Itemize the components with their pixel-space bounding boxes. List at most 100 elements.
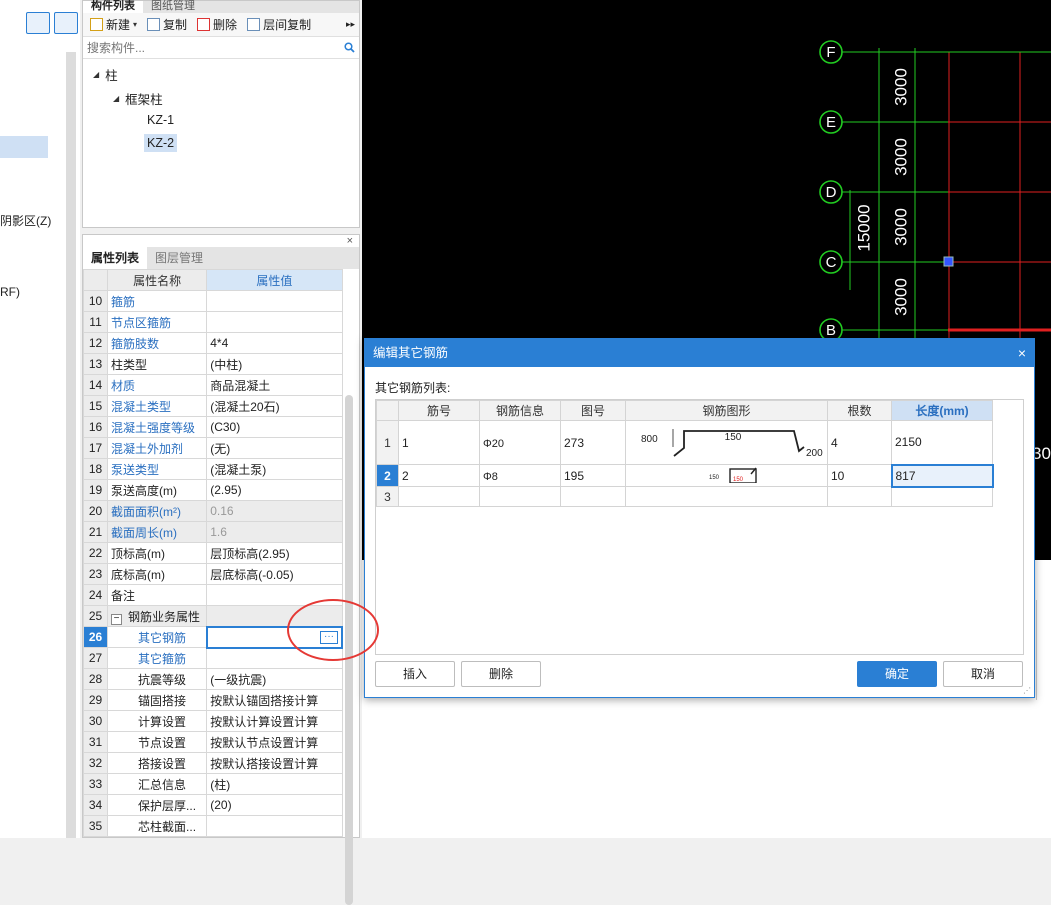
property-value-cell[interactable]: (2.95) — [206, 479, 343, 501]
property-name-cell[interactable]: 芯柱截面... — [107, 815, 208, 837]
property-row[interactable]: 35 芯柱截面... — [82, 815, 343, 837]
property-value-cell[interactable]: (柱) — [206, 773, 343, 795]
property-name-cell[interactable]: 汇总信息 — [107, 773, 208, 795]
floor-copy-button[interactable]: 层间复制 — [244, 16, 314, 33]
property-row[interactable]: 18 泵送类型 (混凝土泵) — [82, 458, 343, 480]
count-cell[interactable]: 4 — [827, 420, 892, 465]
rebar-shape-cell[interactable]: 800 150 200 — [625, 420, 828, 465]
row-number[interactable]: 13 — [82, 353, 109, 375]
property-name-cell[interactable]: 材质 — [107, 374, 208, 396]
resize-grip-icon[interactable]: ⋰ — [1023, 686, 1031, 695]
shadow-zone-label[interactable]: 阴影区(Z) — [0, 212, 51, 229]
property-name-cell[interactable]: 保护层厚... — [107, 794, 208, 816]
rebar-shape-cell[interactable]: 150 150 — [625, 464, 828, 487]
tab-component-list[interactable]: 构件列表 — [83, 1, 143, 13]
row-number[interactable]: 26 — [82, 626, 109, 648]
rebar-info-cell[interactable] — [479, 486, 561, 507]
row-number[interactable]: 22 — [82, 542, 109, 564]
bar-number-cell[interactable] — [398, 486, 480, 507]
col-length[interactable]: 长度(mm) — [891, 400, 993, 421]
rebar-shape-cell[interactable] — [625, 486, 828, 507]
row-number[interactable]: 10 — [82, 290, 109, 312]
col-bar-number[interactable]: 筋号 — [398, 400, 480, 421]
row-number[interactable]: 18 — [82, 458, 109, 480]
selected-grip-handle[interactable] — [943, 256, 954, 267]
row-number[interactable]: 31 — [82, 731, 109, 753]
row-number[interactable]: 15 — [82, 395, 109, 417]
row-number[interactable]: 11 — [82, 311, 109, 333]
property-value-cell[interactable]: 1.6 — [206, 521, 343, 543]
property-value-cell[interactable]: 层顶标高(2.95) — [206, 542, 343, 564]
property-value-cell[interactable]: 按默认搭接设置计算 — [206, 752, 343, 774]
property-value-cell[interactable]: (C30) — [206, 416, 343, 438]
row-number[interactable]: 32 — [82, 752, 109, 774]
row-number[interactable]: 16 — [82, 416, 109, 438]
property-value-cell[interactable]: 0.16 — [206, 500, 343, 522]
tree-node-frame-column[interactable]: ◢ 框架柱 — [113, 89, 163, 108]
property-row[interactable]: 17 混凝土外加剂 (无) — [82, 437, 343, 459]
property-name-cell[interactable]: 备注 — [107, 584, 208, 606]
row-number[interactable]: 33 — [82, 773, 109, 795]
property-row[interactable]: 20 截面面积(m²) 0.16 — [82, 500, 343, 522]
row-number[interactable]: 21 — [82, 521, 109, 543]
dropdown-arrow-icon[interactable]: ▾ — [133, 20, 137, 29]
property-name-cell[interactable]: 截面面积(m²) — [107, 500, 208, 522]
table-row[interactable]: 1 1 Φ20 273 800 150 200 4 2150 — [376, 420, 993, 465]
row-number[interactable]: 29 — [82, 689, 109, 711]
collapse-arrow-icon[interactable]: ◢ — [93, 70, 99, 79]
property-row[interactable]: 19 泵送高度(m) (2.95) — [82, 479, 343, 501]
property-name-cell[interactable]: 搭接设置 — [107, 752, 208, 774]
property-name-cell[interactable]: 箍筋肢数 — [107, 332, 208, 354]
property-name-cell[interactable]: 泵送类型 — [107, 458, 208, 480]
property-row[interactable]: 31 节点设置 按默认节点设置计算 — [82, 731, 343, 753]
table-row[interactable]: 3 — [376, 486, 993, 507]
ok-button[interactable]: 确定 — [857, 661, 937, 687]
col-rebar-info[interactable]: 钢筋信息 — [479, 400, 561, 421]
count-cell[interactable]: 10 — [827, 464, 892, 487]
property-row[interactable]: 14 材质 商品混凝土 — [82, 374, 343, 396]
property-row[interactable]: 28 抗震等级 (一级抗震) — [82, 668, 343, 690]
tree-node-column[interactable]: ◢ 柱 — [93, 65, 118, 84]
row-number[interactable]: 34 — [82, 794, 109, 816]
left-scrollbar[interactable] — [66, 52, 76, 838]
col-count[interactable]: 根数 — [827, 400, 892, 421]
row-number[interactable]: 19 — [82, 479, 109, 501]
property-name-cell[interactable]: 混凝土外加剂 — [107, 437, 208, 459]
row-number[interactable]: 1 — [376, 420, 399, 465]
property-value-cell[interactable] — [206, 815, 343, 837]
tab-property-list[interactable]: 属性列表 — [83, 247, 148, 269]
collapse-arrow-icon[interactable]: ◢ — [113, 94, 119, 103]
row-number[interactable]: 24 — [82, 584, 109, 606]
property-row[interactable]: 23 底标高(m) 层底标高(-0.05) — [82, 563, 343, 585]
row-number[interactable]: 35 — [82, 815, 109, 837]
property-row[interactable]: 21 截面周长(m) 1.6 — [82, 521, 343, 543]
rebar-info-cell[interactable]: Φ8 — [479, 464, 561, 487]
property-value-cell[interactable]: (中柱) — [206, 353, 343, 375]
list-view-icon[interactable] — [26, 12, 50, 34]
property-row[interactable]: 11 节点区箍筋 — [82, 311, 343, 333]
row-number[interactable]: 20 — [82, 500, 109, 522]
property-row[interactable]: 13 柱类型 (中柱) — [82, 353, 343, 375]
cancel-button[interactable]: 取消 — [943, 661, 1023, 687]
property-row[interactable]: 10 箍筋 — [82, 290, 343, 312]
grid-view-icon[interactable] — [54, 12, 78, 34]
property-row[interactable]: 33 汇总信息 (柱) — [82, 773, 343, 795]
property-value-cell[interactable]: (混凝土20石) — [206, 395, 343, 417]
axis-bubble[interactable]: C — [819, 250, 843, 274]
delete-row-button[interactable]: 删除 — [461, 661, 541, 687]
property-value-cell[interactable]: 商品混凝土 — [206, 374, 343, 396]
tree-item-kz1[interactable]: KZ-1 — [147, 113, 174, 127]
bar-number-cell[interactable]: 1 — [398, 420, 480, 465]
row-number[interactable]: 2 — [376, 464, 399, 487]
row-number[interactable]: 27 — [82, 647, 109, 669]
axis-bubble[interactable]: D — [819, 180, 843, 204]
row-number[interactable]: 12 — [82, 332, 109, 354]
property-row[interactable]: 29 锚固搭接 按默认锚固搭接计算 — [82, 689, 343, 711]
selected-item-highlight[interactable] — [0, 136, 48, 158]
property-name-cell[interactable]: − 钢筋业务属性 — [107, 605, 208, 627]
property-row[interactable]: 32 搭接设置 按默认搭接设置计算 — [82, 752, 343, 774]
count-cell[interactable] — [827, 486, 892, 507]
property-name-cell[interactable]: 混凝土类型 — [107, 395, 208, 417]
rf-label[interactable]: RF) — [0, 285, 20, 299]
property-value-cell[interactable]: (混凝土泵) — [206, 458, 343, 480]
